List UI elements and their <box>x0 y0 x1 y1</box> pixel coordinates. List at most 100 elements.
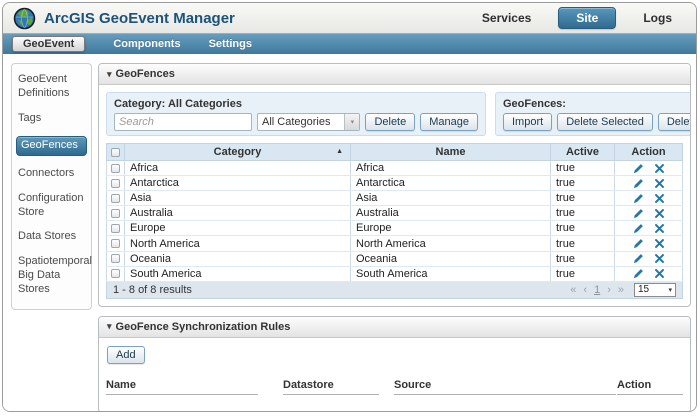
sync-rules-panel: ▾ GeoFence Synchronization Rules Add Nam… <box>98 316 691 412</box>
delete-x-icon[interactable] <box>655 238 664 250</box>
cell-category: South America <box>125 266 351 281</box>
page-size-value: 15 <box>638 284 649 295</box>
select-arrow-icon: ▾ <box>668 286 672 294</box>
table-row: Oceania Oceania true <box>107 251 683 266</box>
category-filter-box: Category: All Categories All Categories … <box>106 92 486 136</box>
sidebar-item[interactable]: Configuration Store <box>18 192 85 220</box>
edit-pencil-icon[interactable] <box>633 238 644 250</box>
delete-x-icon[interactable] <box>655 207 664 219</box>
delete-x-icon[interactable] <box>655 222 664 234</box>
category-dropdown[interactable]: All Categories ▾ <box>257 113 360 131</box>
results-summary: 1 - 8 of 8 results <box>113 284 192 296</box>
navbar-item[interactable]: Settings <box>209 38 252 50</box>
navbar-item[interactable]: Components <box>113 38 180 50</box>
edit-pencil-icon[interactable] <box>633 268 644 280</box>
last-page-button[interactable]: » <box>618 284 624 296</box>
edit-pencil-icon[interactable] <box>633 192 644 204</box>
edit-pencil-icon[interactable] <box>633 177 644 189</box>
select-all-checkbox[interactable] <box>111 148 120 157</box>
search-input[interactable] <box>114 113 252 131</box>
delete-x-icon[interactable] <box>655 268 664 280</box>
page-size-select[interactable]: 15 ▾ <box>634 283 676 297</box>
row-checkbox[interactable] <box>111 179 120 188</box>
sidebar-item[interactable]: GeoEvent Definitions <box>18 73 85 101</box>
main-navbar: GeoEvent Components Settings <box>3 33 696 54</box>
geofence-action-button[interactable]: Delete Selected <box>557 113 653 131</box>
delete-x-icon[interactable] <box>655 192 664 204</box>
add-rule-button[interactable]: Add <box>107 346 145 364</box>
sync-rules-panel-body: Add Name Datastore Source Action <box>99 338 690 412</box>
cell-active: true <box>551 206 615 221</box>
cell-name: Europe <box>351 221 551 236</box>
sync-rules-panel-header[interactable]: ▾ GeoFence Synchronization Rules <box>99 317 690 338</box>
cell-action <box>615 161 683 176</box>
category-action-button[interactable]: Manage <box>420 113 478 131</box>
delete-x-icon[interactable] <box>655 162 664 174</box>
next-page-button[interactable]: › <box>607 284 611 296</box>
edit-pencil-icon[interactable] <box>633 253 644 265</box>
geofences-panel-header[interactable]: ▾ GeoFences <box>99 64 690 85</box>
cell-name: Oceania <box>351 251 551 266</box>
sidebar-item[interactable]: Tags <box>18 112 85 126</box>
navbar-item[interactable]: GeoEvent <box>12 36 85 52</box>
column-header-category[interactable]: Category ▲ <box>125 144 351 161</box>
sync-column-datastore: Datastore <box>283 379 379 395</box>
header-nav-item[interactable]: Site <box>558 7 616 29</box>
app-header: ArcGIS GeoEvent Manager Services Site Lo… <box>3 3 696 33</box>
cell-category: Australia <box>125 206 351 221</box>
row-checkbox[interactable] <box>111 194 120 203</box>
sidebar-item[interactable]: Data Stores <box>18 230 85 244</box>
cell-action <box>615 176 683 191</box>
row-checkbox[interactable] <box>111 239 120 248</box>
row-checkbox[interactable] <box>111 209 120 218</box>
edit-pencil-icon[interactable] <box>633 207 644 219</box>
cell-name: Antarctica <box>351 176 551 191</box>
table-row: South America South America true <box>107 266 683 281</box>
main-column: ▾ GeoFences Category: All Categories All… <box>98 63 691 412</box>
header-nav: Services Site Logs <box>482 7 686 29</box>
column-header-action: Action <box>615 144 683 161</box>
row-checkbox[interactable] <box>111 254 120 263</box>
delete-x-icon[interactable] <box>655 253 664 265</box>
sidebar-item[interactable]: Connectors <box>18 167 85 181</box>
row-checkbox[interactable] <box>111 164 120 173</box>
prev-page-button[interactable]: ‹ <box>583 284 587 296</box>
current-page[interactable]: 1 <box>594 284 600 296</box>
geofence-action-button[interactable]: Delete All <box>658 113 691 131</box>
row-checkbox[interactable] <box>111 224 120 233</box>
cell-action <box>615 191 683 206</box>
category-column-label: Category <box>214 146 262 158</box>
edit-pencil-icon[interactable] <box>633 162 644 174</box>
delete-x-icon[interactable] <box>655 177 664 189</box>
cell-active: true <box>551 191 615 206</box>
category-filter-label: Category: All Categories <box>114 98 478 110</box>
header-nav-item[interactable]: Services <box>482 11 531 25</box>
column-header-name[interactable]: Name <box>351 144 551 161</box>
cell-name: Australia <box>351 206 551 221</box>
cell-category: North America <box>125 236 351 251</box>
cell-category: Asia <box>125 191 351 206</box>
column-header-active[interactable]: Active <box>551 144 615 161</box>
sidebar-item[interactable]: GeoFences <box>16 136 87 156</box>
cell-active: true <box>551 176 615 191</box>
header-nav-item[interactable]: Logs <box>643 11 672 25</box>
table-row: Africa Africa true <box>107 161 683 176</box>
cell-action <box>615 236 683 251</box>
category-dropdown-value: All Categories <box>258 116 344 128</box>
cell-active: true <box>551 161 615 176</box>
sync-rules-column-headers: Name Datastore Source Action <box>106 379 683 395</box>
cell-category: Oceania <box>125 251 351 266</box>
row-checkbox[interactable] <box>111 269 120 278</box>
first-page-button[interactable]: « <box>570 284 576 296</box>
edit-pencil-icon[interactable] <box>633 222 644 234</box>
geofence-action-button[interactable]: Import <box>503 113 552 131</box>
sync-column-source: Source <box>394 379 616 395</box>
cell-action <box>615 206 683 221</box>
sidebar-item[interactable]: Spatiotemporal Big Data Stores <box>18 255 85 296</box>
table-header-row: Category ▲ Name Active Action <box>107 144 683 161</box>
cell-category: Europe <box>125 221 351 236</box>
table-row: Europe Europe true <box>107 221 683 236</box>
category-action-button[interactable]: Delete <box>365 113 415 131</box>
sort-ascending-icon: ▲ <box>336 148 343 155</box>
dropdown-arrow-icon[interactable]: ▾ <box>344 114 359 130</box>
